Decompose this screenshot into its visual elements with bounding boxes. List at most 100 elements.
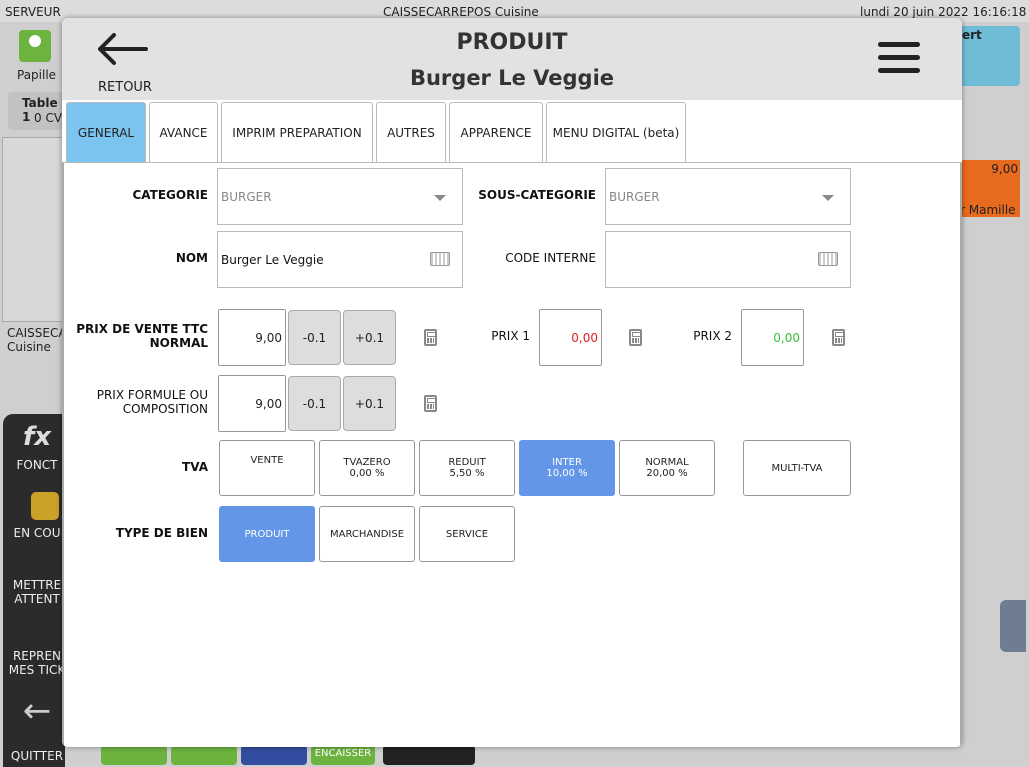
- tva-option-rate: 10,00 %: [546, 468, 588, 479]
- product-name-title: Burger Le Veggie: [409, 66, 615, 90]
- tab-apparence[interactable]: APPARENCE: [449, 102, 543, 163]
- souscategorie-label: SOUS-CATEGORIE: [478, 188, 596, 202]
- nom-input[interactable]: Burger Le Veggie: [217, 231, 463, 288]
- caisse-line: Cuisine: [7, 340, 51, 354]
- prix-formule-input[interactable]: 9,00: [218, 375, 286, 432]
- tva-option-vente[interactable]: VENTE: [219, 440, 315, 496]
- tva-option-normal[interactable]: NORMAL 20,00 %: [619, 440, 715, 496]
- tva-option-name: VENTE: [250, 454, 284, 466]
- tva-option-inter[interactable]: INTER 10,00 %: [519, 440, 615, 496]
- code-interne-label: CODE INTERNE: [505, 251, 596, 265]
- order-line-name: r Mamille: [960, 203, 1016, 217]
- right-tile[interactable]: ert: [958, 26, 1020, 86]
- menu-icon[interactable]: [878, 42, 922, 76]
- bottom-button[interactable]: [171, 745, 237, 765]
- tab-general[interactable]: GENERAL: [66, 102, 146, 163]
- product-modal: RETOUR PRODUIT Burger Le Veggie GENERAL …: [62, 18, 962, 747]
- order-line-price: 9,00: [991, 162, 1018, 176]
- tva-option-name: TVAZERO: [343, 457, 391, 468]
- menu-label: REPREN: [12, 649, 62, 663]
- keyboard-icon[interactable]: [818, 252, 838, 266]
- prix-vente-minus-button[interactable]: -0.1: [288, 310, 341, 365]
- tva-option-name: NORMAL: [645, 457, 689, 468]
- function-menu: fx FONCT EN COU METTRE ATTENT REPREN MES T…: [3, 414, 65, 767]
- nom-value: Burger Le Veggie: [221, 253, 324, 267]
- tva-option-name: INTER: [552, 457, 582, 468]
- tab-autres[interactable]: AUTRES: [376, 102, 446, 163]
- prix1-input[interactable]: 0,00: [539, 309, 602, 366]
- code-interne-input[interactable]: [605, 231, 851, 288]
- menu-label: ATTENT: [14, 592, 60, 606]
- categorie-select[interactable]: BURGER: [217, 168, 463, 225]
- covers-label: 0 CV: [34, 111, 63, 125]
- prix2-input[interactable]: 0,00: [741, 309, 804, 366]
- tab-imprim-preparation[interactable]: IMPRIM PREPARATION: [221, 102, 373, 163]
- datetime-label: lundi 20 juin 2022 16:16:18: [860, 5, 1027, 19]
- menu-reprendre[interactable]: REPREN MES TICK: [6, 649, 68, 677]
- calculator-icon[interactable]: [424, 395, 437, 412]
- menu-mettre-attente[interactable]: METTRE ATTENT: [6, 578, 68, 606]
- tab-avance[interactable]: AVANCE: [149, 102, 218, 163]
- menu-label: MES TICK: [8, 663, 66, 677]
- menu-en-cours[interactable]: EN COU: [6, 526, 68, 540]
- type-bien-label: TYPE DE BIEN: [115, 526, 208, 540]
- tva-option-rate: 20,00 %: [646, 468, 688, 479]
- calculator-icon[interactable]: [424, 329, 437, 346]
- prix-vente-label: PRIX DE VENTE TTC NORMAL: [74, 322, 208, 350]
- tab-menu-digital[interactable]: MENU DIGITAL (beta): [546, 102, 686, 163]
- prix-vente-input[interactable]: 9,00: [218, 309, 286, 366]
- tva-option-reduit[interactable]: REDUIT 5,50 %: [419, 440, 515, 496]
- prix-formule-label-line: PRIX FORMULE OU: [96, 388, 208, 402]
- role-label: SERVEUR: [5, 5, 61, 19]
- prix1-label: PRIX 1: [491, 329, 530, 343]
- calculator-icon[interactable]: [629, 329, 642, 346]
- chevron-down-icon: [434, 195, 446, 201]
- tva-option-name: REDUIT: [448, 457, 486, 468]
- prix-vente-plus-button[interactable]: +0.1: [343, 310, 396, 365]
- prix-formule-plus-button[interactable]: +0.1: [343, 376, 396, 431]
- souscategorie-select[interactable]: BURGER: [605, 168, 851, 225]
- fx-icon: fx: [22, 422, 52, 452]
- encaisser-button[interactable]: ENCAISSER: [311, 745, 375, 765]
- prix2-label: PRIX 2: [693, 329, 732, 343]
- menu-fonctions[interactable]: FONCT: [6, 458, 68, 472]
- menu-quitter[interactable]: QUITTER: [6, 749, 68, 763]
- type-option-marchandise[interactable]: MARCHANDISE: [319, 506, 415, 562]
- keyboard-icon[interactable]: [430, 252, 450, 266]
- tva-option-tvazero[interactable]: TVAZERO 0,00 %: [319, 440, 415, 496]
- nom-label: NOM: [175, 251, 208, 265]
- caisse-line: CAISSECA: [7, 326, 67, 340]
- prix-formule-label: PRIX FORMULE OU COMPOSITION: [74, 388, 208, 416]
- bottom-button[interactable]: [101, 745, 167, 765]
- quit-arrow-icon: ←: [22, 691, 52, 731]
- refresh-icon: [31, 492, 59, 520]
- prix-formule-label-line: COMPOSITION: [122, 402, 208, 416]
- ticket-area: [2, 137, 64, 322]
- prix-formule-minus-button[interactable]: -0.1: [288, 376, 341, 431]
- calculator-icon[interactable]: [832, 329, 845, 346]
- multi-tva-button[interactable]: MULTI-TVA: [743, 440, 851, 496]
- categorie-value: BURGER: [221, 190, 272, 204]
- type-option-service[interactable]: SERVICE: [419, 506, 515, 562]
- right-tile-label: ert: [962, 28, 982, 42]
- tva-label: TVA: [182, 460, 208, 474]
- order-line[interactable]: 9,00 r Mamille: [958, 160, 1020, 217]
- table-indicator[interactable]: Table 1 0 CV: [8, 92, 68, 130]
- station-label: CAISSECARREPOS Cuisine: [383, 5, 539, 19]
- modal-header: RETOUR PRODUIT Burger Le Veggie: [62, 18, 962, 100]
- bottom-button[interactable]: [241, 745, 307, 765]
- prix-vente-label-line: PRIX DE VENTE TTC: [76, 322, 208, 336]
- bottom-button[interactable]: [383, 745, 475, 765]
- categorie-label: CATEGORIE: [132, 188, 209, 202]
- background-right-panel: [960, 22, 1029, 767]
- type-option-produit[interactable]: PRODUIT: [219, 506, 315, 562]
- user-avatar[interactable]: [19, 30, 51, 62]
- souscategorie-value: BURGER: [609, 190, 660, 204]
- modal-title: PRODUIT: [456, 30, 568, 55]
- menu-label: METTRE: [12, 578, 62, 592]
- tva-option-rate: 0,00 %: [349, 468, 385, 479]
- tva-option-rate: 5,50 %: [449, 468, 485, 479]
- side-handle-icon[interactable]: [1000, 600, 1026, 652]
- caisse-info: CAISSECA Cuisine: [7, 326, 67, 354]
- chevron-down-icon: [822, 195, 834, 201]
